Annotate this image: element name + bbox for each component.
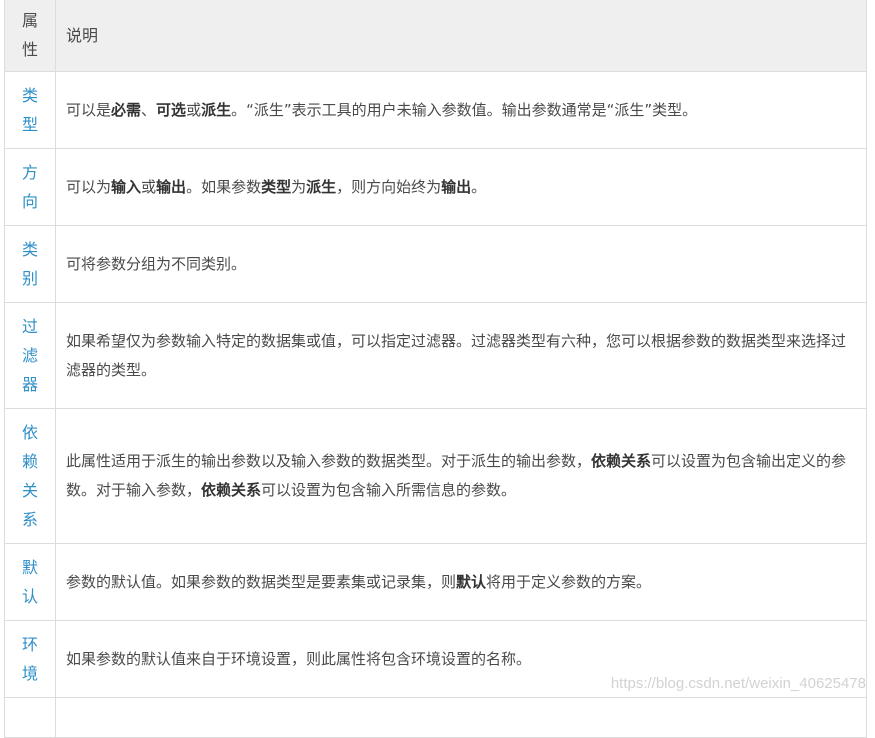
property-name[interactable]: 类别 bbox=[4, 225, 56, 303]
property-description: 可将参数分组为不同类别。 bbox=[55, 225, 867, 303]
bold-term: 输入 bbox=[111, 177, 142, 196]
bold-term: 必需 bbox=[111, 100, 142, 119]
desc-text: 。如果参数 bbox=[186, 177, 262, 196]
table-row: 类型 可以是必需、可选或派生。“派生”表示工具的用户未输入参数值。输出参数通常是… bbox=[4, 71, 867, 149]
property-name[interactable]: 默认 bbox=[4, 543, 56, 621]
bold-term: 输出 bbox=[156, 177, 187, 196]
property-name[interactable]: 方向 bbox=[4, 148, 56, 226]
desc-text: 或 bbox=[141, 177, 157, 196]
desc-text: 。 bbox=[471, 177, 487, 196]
desc-text: 或 bbox=[186, 100, 202, 119]
property-name[interactable]: 依赖关系 bbox=[4, 408, 56, 544]
desc-text: 将用于定义参数的方案。 bbox=[486, 572, 652, 591]
bold-term: 派生 bbox=[201, 100, 232, 119]
table-row: 类别 可将参数分组为不同类别。 bbox=[4, 225, 867, 303]
header-description: 说明 bbox=[55, 0, 867, 72]
bold-term: 类型 bbox=[261, 177, 292, 196]
desc-text: 、 bbox=[141, 100, 157, 119]
desc-text: 此属性适用于派生的输出参数以及输入参数的数据类型。对于派生的输出参数， bbox=[66, 452, 592, 470]
header-property: 属性 bbox=[4, 0, 56, 72]
table-row: 依赖关系 此属性适用于派生的输出参数以及输入参数的数据类型。对于派生的输出参数，… bbox=[4, 408, 867, 544]
bold-term: 依赖关系 bbox=[591, 452, 652, 470]
desc-text: 如果希望仅为参数输入特定的数据集或值，可以指定过滤器。过滤器类型有六种，您可以根… bbox=[66, 331, 847, 379]
bold-term: 派生 bbox=[306, 177, 337, 196]
property-description: 此属性适用于派生的输出参数以及输入参数的数据类型。对于派生的输出参数，依赖关系可… bbox=[55, 408, 867, 544]
desc-text: 可以是 bbox=[66, 100, 112, 119]
desc-text: 如果参数的默认值来自于环境设置，则此属性将包含环境设置的名称。 bbox=[66, 649, 532, 668]
bold-term: 输出 bbox=[441, 177, 472, 196]
table-row: 默认 参数的默认值。如果参数的数据类型是要素集或记录集，则默认将用于定义参数的方… bbox=[4, 543, 867, 621]
property-name[interactable]: 过滤器 bbox=[4, 302, 56, 409]
desc-text: 参数的默认值。如果参数的数据类型是要素集或记录集，则 bbox=[66, 572, 457, 591]
property-name[interactable]: 类型 bbox=[4, 71, 56, 149]
property-description: 可以是必需、可选或派生。“派生”表示工具的用户未输入参数值。输出参数通常是“派生… bbox=[55, 71, 867, 149]
property-description: 可以为输入或输出。如果参数类型为派生，则方向始终为输出。 bbox=[55, 148, 867, 226]
desc-text: 可将参数分组为不同类别。 bbox=[66, 254, 247, 273]
table-row: 过滤器 如果希望仅为参数输入特定的数据集或值，可以指定过滤器。过滤器类型有六种，… bbox=[4, 302, 867, 409]
desc-text: 。“派生”表示工具的用户未输入参数值。输出参数通常是“派生”类型。 bbox=[231, 100, 698, 119]
bold-term: 默认 bbox=[456, 572, 487, 591]
property-description: 参数的默认值。如果参数的数据类型是要素集或记录集，则默认将用于定义参数的方案。 bbox=[55, 543, 867, 621]
desc-text: 可以设置为包含输入所需信息的参数。 bbox=[261, 481, 517, 499]
bold-term: 可选 bbox=[156, 100, 187, 119]
properties-table: 属性 说明 类型 可以是必需、可选或派生。“派生”表示工具的用户未输入参数值。输… bbox=[4, 0, 867, 738]
desc-text: 可以为 bbox=[66, 177, 112, 196]
property-name[interactable]: 环境 bbox=[4, 620, 56, 698]
property-description: 如果希望仅为参数输入特定的数据集或值，可以指定过滤器。过滤器类型有六种，您可以根… bbox=[55, 302, 867, 409]
table-row: 方向 可以为输入或输出。如果参数类型为派生，则方向始终为输出。 bbox=[4, 148, 867, 226]
desc-text: 为 bbox=[291, 177, 307, 196]
bold-term: 依赖关系 bbox=[201, 481, 262, 499]
table-header-row: 属性 说明 bbox=[4, 0, 867, 72]
desc-text: ，则方向始终为 bbox=[336, 177, 442, 196]
table-row bbox=[4, 697, 867, 738]
watermark-text: https://blog.csdn.net/weixin_40625478 bbox=[610, 675, 866, 692]
